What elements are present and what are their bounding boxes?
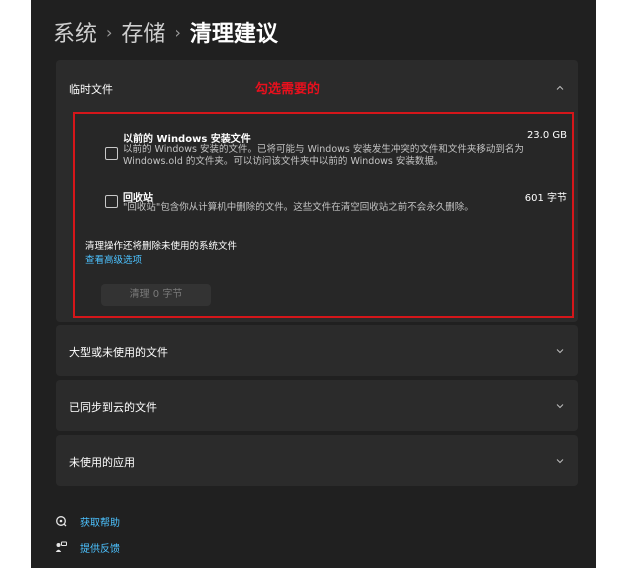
breadcrumb-separator: › <box>174 22 181 42</box>
give-feedback-link[interactable]: 提供反馈 <box>55 539 120 555</box>
temp-files-header[interactable]: 临时文件 <box>69 81 113 97</box>
large-files-title: 大型或未使用的文件 <box>69 346 168 359</box>
clean-button[interactable]: 清理 0 字节 <box>101 284 211 306</box>
checkbox-previous-windows[interactable] <box>105 147 118 160</box>
chevron-down-icon[interactable] <box>555 346 565 356</box>
page-title: 清理建议 <box>189 22 278 47</box>
advanced-options-link[interactable]: 查看高级选项 <box>85 252 142 266</box>
item-description: "回收站"包含你从计算机中删除的文件。这些文件在清空回收站之前不会永久删除。 <box>123 202 474 213</box>
chevron-down-icon[interactable] <box>555 401 565 411</box>
annotation-label: 勾选需要的 <box>255 82 321 97</box>
chevron-up-icon[interactable] <box>555 83 565 93</box>
breadcrumb-system[interactable]: 系统 <box>53 16 97 48</box>
get-help-link[interactable]: 获取帮助 <box>55 513 120 529</box>
list-item-previous-windows: 以前的 Windows 安装文件 23.0 GB 以前的 Windows 安装的… <box>105 130 567 174</box>
help-icon <box>55 515 67 527</box>
checkbox-recycle-bin[interactable] <box>105 195 118 208</box>
settings-window: 系统 › 存储 › 清理建议 临时文件 勾选需要的 以前的 Windows 安装… <box>31 0 596 568</box>
breadcrumb-separator: › <box>106 22 113 42</box>
unused-apps-title: 未使用的应用 <box>69 456 135 469</box>
breadcrumb-storage[interactable]: 存储 <box>121 16 165 48</box>
temp-files-content: 以前的 Windows 安装文件 23.0 GB 以前的 Windows 安装的… <box>73 112 574 318</box>
breadcrumb: 系统 › 存储 › 清理建议 <box>53 16 278 48</box>
item-size: 23.0 GB <box>526 130 567 141</box>
item-description: 以前的 Windows 安装的文件。已将可能与 Windows 安装发生冲突的文… <box>123 144 524 167</box>
synced-files-section[interactable]: 已同步到云的文件 <box>56 380 578 431</box>
cleanup-note: 清理操作还将删除未使用的系统文件 <box>85 241 238 252</box>
synced-files-title: 已同步到云的文件 <box>69 401 157 414</box>
item-title: 以前的 Windows 安装文件 <box>123 134 251 145</box>
give-feedback-label: 提供反馈 <box>80 543 120 555</box>
unused-apps-section[interactable]: 未使用的应用 <box>56 435 578 486</box>
feedback-icon <box>55 541 67 553</box>
large-files-section[interactable]: 大型或未使用的文件 <box>56 325 578 376</box>
chevron-down-icon[interactable] <box>555 456 565 466</box>
list-item-recycle-bin: 回收站 601 字节 "回收站"包含你从计算机中删除的文件。这些文件在清空回收站… <box>105 189 567 217</box>
get-help-label: 获取帮助 <box>80 517 120 529</box>
